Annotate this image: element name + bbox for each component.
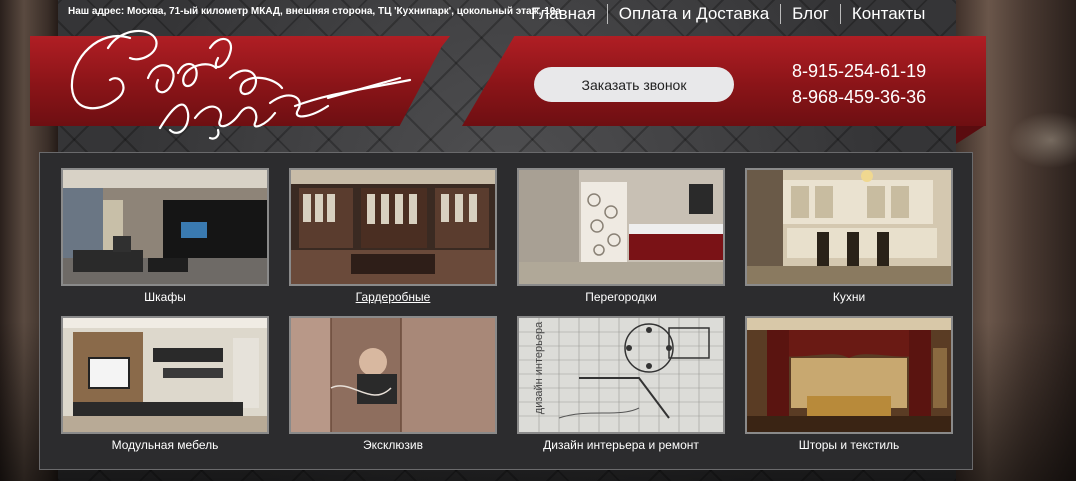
catalog-tile-kitchens[interactable]: Кухни — [745, 168, 953, 304]
tile-label[interactable]: Дизайн интерьера и ремонт — [517, 438, 725, 452]
nav-contacts[interactable]: Контакты — [841, 3, 936, 25]
catalog-tile-interior-design[interactable]: дизайн интерьера Дизайн интерьера и ремо… — [517, 316, 725, 452]
catalog-tile-partitions[interactable]: Перегородки — [517, 168, 725, 304]
living-room-photo[interactable] — [61, 168, 269, 286]
catalog-tile-wardrobes[interactable]: Шкафы — [61, 168, 269, 304]
nav-blog[interactable]: Блог — [781, 3, 840, 25]
logo-script-mark — [70, 29, 412, 140]
main-nav: Главная Оплата и Доставка Блог Контакты — [520, 3, 936, 25]
tile-label[interactable]: Перегородки — [517, 290, 725, 304]
store-address: Наш адрес: Москва, 71-ый километр МКАД, … — [68, 6, 561, 17]
catalog-panel: Шкафы Гардеробные Перегородки Кухни Моду… — [39, 152, 973, 470]
bedroom-partition-photo[interactable] — [517, 168, 725, 286]
phone-number[interactable]: 8-968-459-36-36 — [792, 84, 926, 110]
tile-label[interactable]: Эксклюзив — [289, 438, 497, 452]
catalog-tile-modular-furniture[interactable]: Модульная мебель — [61, 316, 269, 452]
classic-kitchen-photo[interactable] — [745, 168, 953, 286]
request-callback-button[interactable]: Заказать звонок — [534, 67, 734, 102]
tile-label[interactable]: Шторы и текстиль — [745, 438, 953, 452]
tile-label[interactable]: Гардеробные — [289, 290, 497, 304]
catalog-tile-exclusive[interactable]: Эксклюзив — [289, 316, 497, 452]
catalog-tile-curtains-textile[interactable]: Шторы и текстиль — [745, 316, 953, 452]
walk-in-closet-photo[interactable] — [289, 168, 497, 286]
printed-wardrobe-photo[interactable] — [289, 316, 497, 434]
tile-label[interactable]: Кухни — [745, 290, 953, 304]
phone-numbers: 8-915-254-61-19 8-968-459-36-36 — [792, 58, 926, 110]
floor-plan-drawing[interactable]: дизайн интерьера — [517, 316, 725, 434]
curtains-room-photo[interactable] — [745, 316, 953, 434]
nav-home[interactable]: Главная — [520, 3, 607, 25]
tile-label[interactable]: Шкафы — [61, 290, 269, 304]
tv-wall-unit-photo[interactable] — [61, 316, 269, 434]
catalog-tile-walk-in-closets[interactable]: Гардеробные — [289, 168, 497, 304]
nav-payment-delivery[interactable]: Оплата и Доставка — [608, 3, 780, 25]
floor-plan-caption: дизайн интерьера — [533, 321, 546, 415]
tile-label[interactable]: Модульная мебель — [61, 438, 269, 452]
phone-number[interactable]: 8-915-254-61-19 — [792, 58, 926, 84]
